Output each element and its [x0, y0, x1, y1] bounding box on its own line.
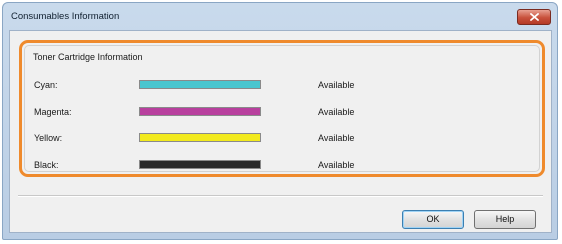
dialog-content: Toner Cartridge Information Cyan: Availa… [9, 30, 552, 233]
cartridge-row-black: Black: Available [25, 159, 539, 173]
yellow-level-bar [139, 133, 261, 142]
cartridge-status: Available [318, 133, 355, 143]
cartridge-row-yellow: Yellow: Available [25, 132, 539, 146]
close-button[interactable] [517, 9, 551, 25]
magenta-level-bar [139, 107, 261, 116]
dialog-window: Consumables Information Toner Cartridge … [2, 2, 558, 240]
cartridge-status: Available [318, 107, 355, 117]
cartridge-name: Cyan: [34, 80, 58, 90]
cyan-level-bar [139, 80, 261, 89]
group-title: Toner Cartridge Information [33, 52, 143, 62]
window-title: Consumables Information [11, 11, 120, 22]
group-frame: Toner Cartridge Information Cyan: Availa… [24, 45, 540, 172]
separator-line [18, 195, 543, 197]
black-level-bar [139, 160, 261, 169]
cartridge-row-magenta: Magenta: Available [25, 106, 539, 120]
cartridge-row-cyan: Cyan: Available [25, 79, 539, 93]
cartridge-name: Black: [34, 160, 59, 170]
help-button[interactable]: Help [474, 210, 536, 229]
ok-button[interactable]: OK [402, 210, 464, 229]
cartridge-status: Available [318, 160, 355, 170]
title-bar[interactable]: Consumables Information [3, 3, 557, 30]
cartridge-name: Yellow: [34, 133, 63, 143]
cartridge-name: Magenta: [34, 107, 72, 117]
toner-cartridge-group: Toner Cartridge Information Cyan: Availa… [19, 40, 545, 177]
cartridge-status: Available [318, 80, 355, 90]
close-icon [530, 13, 539, 21]
